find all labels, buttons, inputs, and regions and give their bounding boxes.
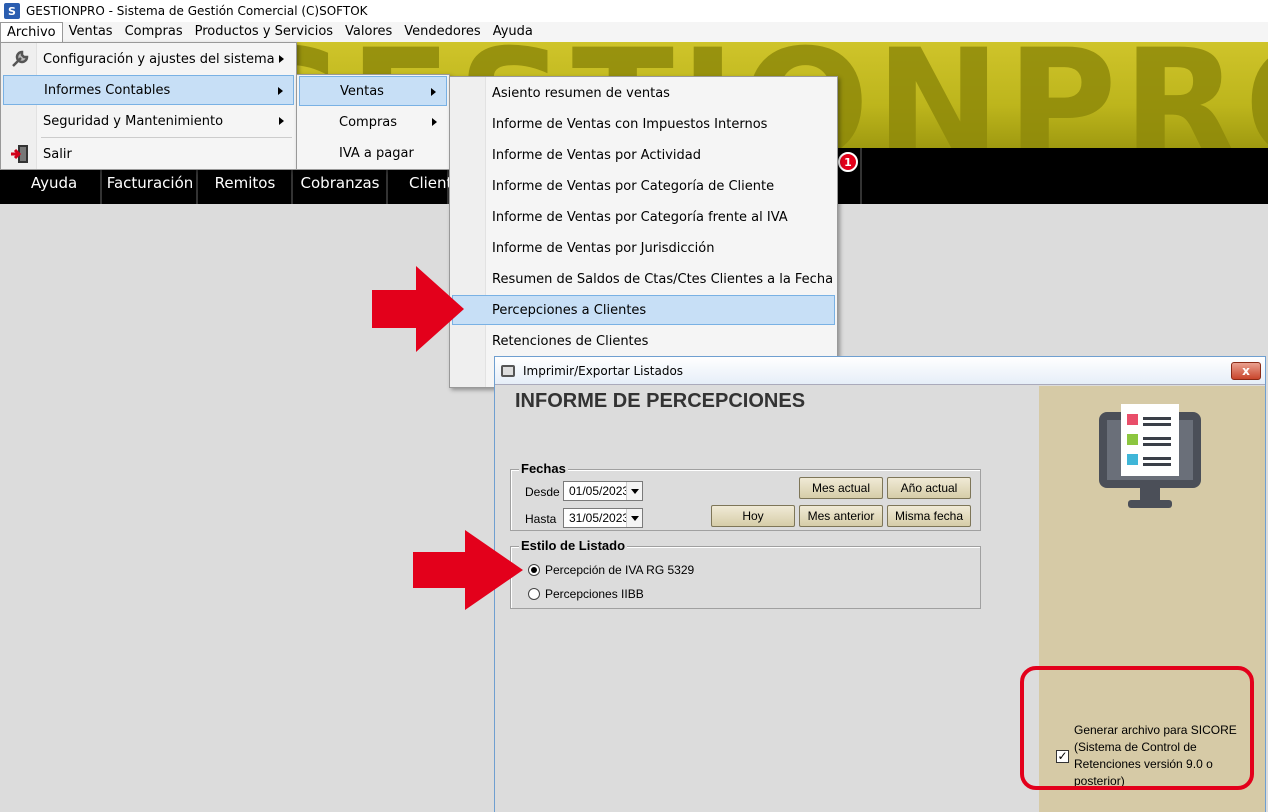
annotation-arrow-icon xyxy=(413,530,523,610)
menu-valores[interactable]: Valores xyxy=(339,22,398,42)
menu-item-label: Informe de Ventas por Categoría frente a… xyxy=(492,209,788,225)
radio-percepciones-iibb[interactable] xyxy=(528,588,540,600)
menu-item-label: Informes Contables xyxy=(44,82,171,98)
menu-archivo[interactable]: Archivo xyxy=(0,22,63,42)
dialog-title: Imprimir/Exportar Listados xyxy=(523,363,684,378)
menu-ayuda[interactable]: Ayuda xyxy=(487,22,539,42)
anio-actual-button[interactable]: Año actual xyxy=(887,477,971,499)
hoy-button[interactable]: Hoy xyxy=(711,505,795,527)
report-heading: INFORME DE PERCEPCIONES xyxy=(515,390,806,412)
ventas-item-asiento-resumen[interactable]: Asiento resumen de ventas xyxy=(452,78,835,108)
menu-item-label: Compras xyxy=(339,114,398,130)
mes-anterior-button[interactable]: Mes anterior xyxy=(799,505,883,527)
menu-item-label: Informe de Ventas por Jurisdicción xyxy=(492,240,715,256)
hasta-date-field[interactable]: 31/05/2023 xyxy=(563,508,643,528)
ventas-item-retenciones-clientes[interactable]: Retenciones de Clientes xyxy=(452,326,835,356)
ventas-item-categoria-cliente[interactable]: Informe de Ventas por Categoría de Clien… xyxy=(452,171,835,201)
menu-item-label: Salir xyxy=(43,146,72,162)
submenu-arrow-icon xyxy=(431,88,436,96)
menu-item-label: Configuración y ajustes del sistema xyxy=(43,51,275,67)
archivo-dropdown: Configuración y ajustes del sistema Info… xyxy=(0,42,297,170)
submenu-item-compras[interactable]: Compras xyxy=(299,107,447,137)
menu-item-label: Percepciones a Clientes xyxy=(492,302,647,318)
desde-label: Desde xyxy=(525,485,560,499)
menu-vendedores[interactable]: Vendedores xyxy=(398,22,486,42)
ventas-submenu: Asiento resumen de ventas Informe de Ven… xyxy=(449,76,838,388)
annotation-highlight-box xyxy=(1020,666,1254,790)
menu-item-label: Resumen de Saldos de Ctas/Ctes Clientes … xyxy=(492,271,834,287)
mes-actual-button[interactable]: Mes actual xyxy=(799,477,883,499)
menu-bar: Archivo Ventas Compras Productos y Servi… xyxy=(0,22,1268,42)
menu-item-informes-contables[interactable]: Informes Contables xyxy=(3,75,294,105)
annotation-arrow-icon xyxy=(372,266,464,352)
ventas-item-resumen-saldos[interactable]: Resumen de Saldos de Ctas/Ctes Clientes … xyxy=(452,264,835,294)
menu-item-label: Seguridad y Mantenimiento xyxy=(43,113,224,129)
menu-item-label: Informe de Ventas por Actividad xyxy=(492,147,701,163)
submenu-item-iva-a-pagar[interactable]: IVA a pagar xyxy=(299,138,447,168)
report-monitor-icon xyxy=(1099,404,1201,508)
desde-date-field[interactable]: 01/05/2023 xyxy=(563,481,643,501)
radio-percepcion-iva[interactable] xyxy=(528,564,540,576)
submenu-arrow-icon xyxy=(279,117,284,125)
exit-door-icon xyxy=(11,145,28,163)
fechas-group-title: Fechas xyxy=(519,461,568,476)
menu-separator xyxy=(41,137,292,138)
ventas-item-jurisdiccion[interactable]: Informe de Ventas por Jurisdicción xyxy=(452,233,835,263)
misma-fecha-button[interactable]: Misma fecha xyxy=(887,505,971,527)
menu-compras[interactable]: Compras xyxy=(119,22,189,42)
submenu-arrow-icon xyxy=(279,55,284,63)
radio-percepciones-iibb-label[interactable]: Percepciones IIBB xyxy=(545,587,644,601)
radio-percepcion-iva-label[interactable]: Percepción de IVA RG 5329 xyxy=(545,563,694,577)
menu-item-label: Informe de Ventas con Impuestos Internos xyxy=(492,116,768,132)
desde-date-value: 01/05/2023 xyxy=(569,484,630,498)
hasta-date-value: 31/05/2023 xyxy=(569,511,630,525)
printer-icon xyxy=(501,364,515,377)
window-title-bar: S GESTIONPRO - Sistema de Gestión Comerc… xyxy=(0,0,1268,22)
menu-ventas[interactable]: Ventas xyxy=(63,22,119,42)
submenu-arrow-icon xyxy=(432,118,437,126)
menu-productos-servicios[interactable]: Productos y Servicios xyxy=(189,22,339,42)
window-title: GESTIONPRO - Sistema de Gestión Comercia… xyxy=(26,4,368,18)
informes-contables-submenu: Ventas Compras IVA a pagar xyxy=(296,74,450,170)
menu-item-label: Retenciones de Clientes xyxy=(492,333,649,349)
hasta-label: Hasta xyxy=(525,512,557,526)
submenu-item-ventas[interactable]: Ventas xyxy=(299,76,447,106)
chevron-down-icon[interactable] xyxy=(626,482,642,500)
menu-item-configuracion[interactable]: Configuración y ajustes del sistema xyxy=(3,44,294,74)
estilo-group-title: Estilo de Listado xyxy=(519,538,628,553)
menu-item-label: Asiento resumen de ventas xyxy=(492,85,670,101)
menu-item-label: Ventas xyxy=(340,83,384,99)
dialog-title-bar: Imprimir/Exportar Listados x xyxy=(495,357,1265,385)
notification-badge[interactable]: 1 xyxy=(838,152,858,172)
submenu-arrow-icon xyxy=(278,87,283,95)
wrench-icon xyxy=(12,50,29,67)
menu-item-label: Informe de Ventas por Categoría de Clien… xyxy=(492,178,775,194)
menu-item-seguridad[interactable]: Seguridad y Mantenimiento xyxy=(3,106,294,136)
chevron-down-icon[interactable] xyxy=(626,509,642,527)
app-icon: S xyxy=(4,3,20,19)
ventas-item-impuestos-internos[interactable]: Informe de Ventas con Impuestos Internos xyxy=(452,109,835,139)
dialog-close-button[interactable]: x xyxy=(1231,362,1261,380)
ventas-item-categoria-iva[interactable]: Informe de Ventas por Categoría frente a… xyxy=(452,202,835,232)
ventas-item-percepciones-clientes[interactable]: Percepciones a Clientes xyxy=(452,295,835,325)
menu-item-label: IVA a pagar xyxy=(339,145,414,161)
fechas-group: Fechas Desde 01/05/2023 Hasta 31/05/2023… xyxy=(510,461,981,531)
menu-item-salir[interactable]: Salir xyxy=(3,139,294,169)
ventas-item-por-actividad[interactable]: Informe de Ventas por Actividad xyxy=(452,140,835,170)
estilo-listado-group: Estilo de Listado Percepción de IVA RG 5… xyxy=(510,538,981,609)
